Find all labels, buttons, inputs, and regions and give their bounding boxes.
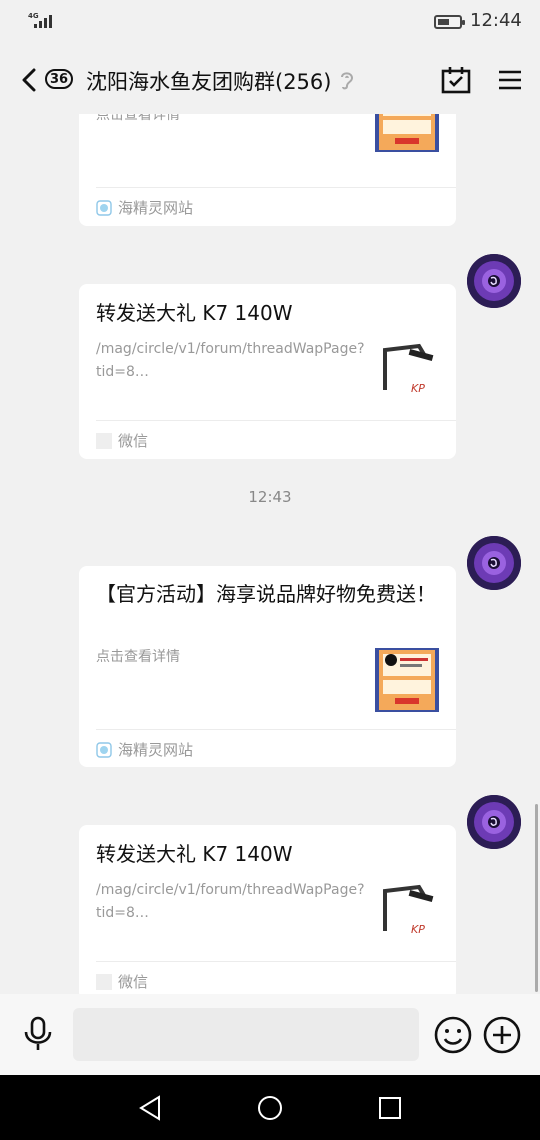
sender-avatar[interactable]: [467, 254, 521, 308]
voice-icon[interactable]: [22, 1016, 54, 1052]
light-fixture-thumbnail: KP: [375, 336, 439, 400]
plus-icon[interactable]: [483, 1016, 521, 1054]
nav-home-icon[interactable]: [257, 1095, 283, 1121]
card-source: 微信: [96, 971, 148, 992]
coral-avatar-image: [467, 536, 521, 590]
card-description: 点击查看详情: [96, 649, 180, 665]
back-arrow-icon[interactable]: [20, 68, 40, 92]
unread-count-badge[interactable]: 36: [45, 69, 73, 89]
message-input-bar: [0, 994, 540, 1075]
system-navigation-bar: [0, 1075, 540, 1140]
status-time: 12:44: [470, 10, 522, 31]
link-card-message[interactable]: 转发送大礼 K7 140W /mag/circle/v1/forum/threa…: [79, 284, 456, 459]
calendar-check-icon[interactable]: [441, 66, 471, 94]
card-description: 点击查看详情: [96, 114, 180, 123]
svg-text:KP: KP: [411, 382, 425, 395]
link-card-message[interactable]: 转发送大礼 K7 140W /mag/circle/v1/forum/threa…: [79, 825, 456, 994]
sender-avatar[interactable]: [467, 536, 521, 590]
battery-icon: [434, 15, 465, 29]
card-source: 海精灵网站: [96, 197, 193, 218]
sea-elf-logo-icon: [96, 199, 112, 216]
wechat-placeholder-icon: [96, 432, 112, 449]
card-source-label: 海精灵网站: [118, 741, 194, 759]
card-source-label: 微信: [118, 432, 149, 450]
promo-poster-thumbnail: [375, 114, 439, 152]
link-card-message[interactable]: 【官方活动】海享说品牌好物免费送！ 点击查看详情 海精灵网站: [79, 566, 456, 767]
promo-poster-thumbnail: [375, 648, 439, 712]
chat-header: 36 沈阳海水鱼友团购群(256): [0, 44, 540, 114]
chat-title: 沈阳海水鱼友团购群(256): [86, 70, 332, 94]
card-title: 【官方活动】海享说品牌好物免费送！: [96, 582, 436, 606]
menu-icon[interactable]: [498, 70, 522, 90]
sea-elf-logo-icon: [96, 741, 112, 758]
status-bar: 4G 12:44: [0, 0, 540, 44]
card-source: 海精灵网站: [96, 739, 193, 760]
wechat-placeholder-icon: [96, 973, 112, 990]
nav-recent-icon[interactable]: [378, 1096, 402, 1120]
card-description: /mag/circle/v1/forum/threadWapPage?tid=8…: [96, 882, 365, 921]
ear-icon: [341, 72, 354, 90]
time-divider: 12:43: [248, 488, 292, 506]
message-text-input[interactable]: [73, 1008, 419, 1061]
svg-text:KP: KP: [411, 923, 425, 936]
emoji-icon[interactable]: [434, 1016, 472, 1054]
card-description: /mag/circle/v1/forum/threadWapPage?tid=8…: [96, 341, 365, 380]
nav-back-icon[interactable]: [138, 1095, 162, 1121]
card-source-label: 微信: [118, 973, 149, 991]
card-title: 转发送大礼 K7 140W: [96, 842, 293, 866]
coral-avatar-image: [467, 795, 521, 849]
card-source: 微信: [96, 430, 148, 451]
signal-strength-icon: [34, 15, 52, 28]
coral-avatar-image: [467, 254, 521, 308]
light-fixture-thumbnail: KP: [375, 877, 439, 941]
chat-message-list[interactable]: 点击查看详情 海精灵网站 转发送大礼 K7 140W /mag/circle/v…: [0, 114, 540, 994]
card-title: 转发送大礼 K7 140W: [96, 301, 293, 325]
card-source-label: 海精灵网站: [118, 199, 194, 217]
link-card-message[interactable]: 点击查看详情 海精灵网站: [79, 114, 456, 226]
sender-avatar[interactable]: [467, 795, 521, 849]
chat-scrollbar[interactable]: [535, 804, 538, 992]
